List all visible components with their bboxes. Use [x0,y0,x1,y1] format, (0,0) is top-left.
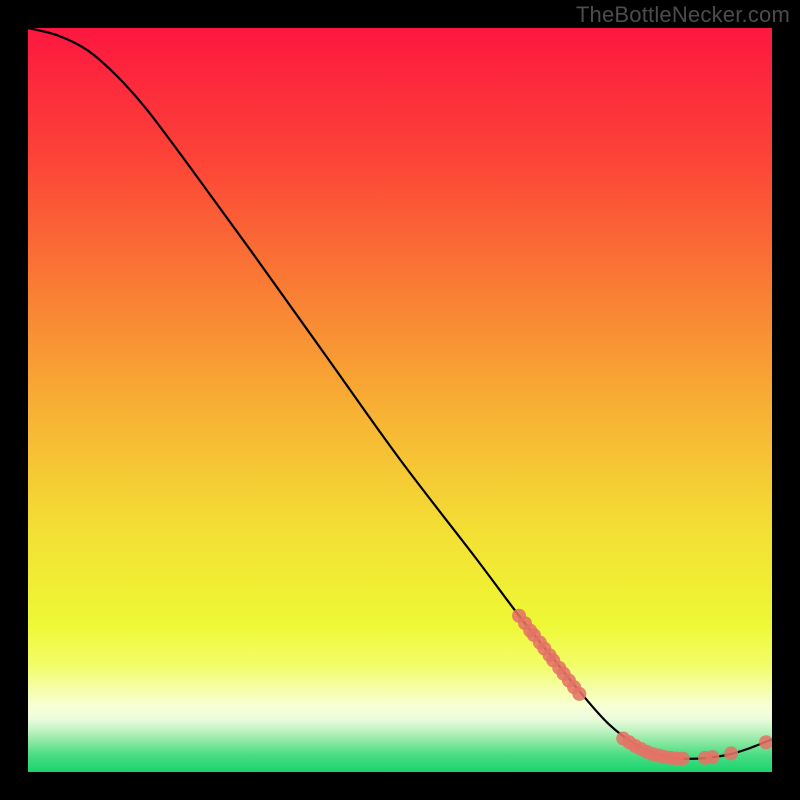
gradient-rect [28,28,772,772]
chart-stage: TheBottleNecker.com [0,0,800,800]
watermark-text: TheBottleNecker.com [576,2,790,28]
chart-svg [28,28,772,772]
data-marker [724,746,738,760]
data-marker [705,750,719,764]
data-marker [572,687,586,701]
data-marker [676,752,690,766]
plot-area [28,28,772,772]
